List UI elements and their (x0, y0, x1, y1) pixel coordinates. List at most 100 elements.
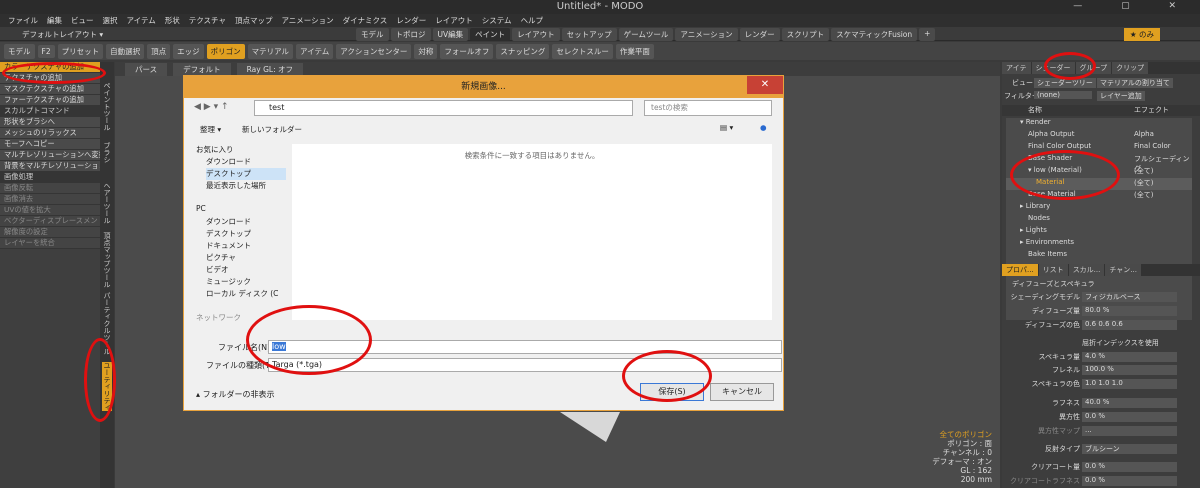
tree-final-color[interactable]: Final Color Output Final Color (1006, 142, 1192, 154)
copy-to-morph[interactable]: モーフへコピー (0, 139, 100, 150)
nav-music[interactable]: ミュージック (206, 276, 286, 288)
view-options-icon[interactable]: ▤ ▾ (720, 123, 733, 132)
prop-clearcoat-amount[interactable]: クリアコート量 0.0 % (1002, 462, 1200, 473)
menu-help[interactable]: ヘルプ (521, 15, 544, 26)
prop-shading-model[interactable]: シェーディングモデル フィジカルベース (1002, 292, 1200, 303)
window-controls[interactable]: — ▢ ✕ (1073, 1, 1194, 11)
nav-documents[interactable]: ドキュメント (206, 240, 286, 252)
tab-topology[interactable]: トポロジ (390, 28, 431, 41)
model-button[interactable]: モデル (4, 43, 35, 59)
edge-button[interactable]: エッジ (173, 43, 204, 59)
tab-clips[interactable]: クリップ (1112, 62, 1149, 74)
menu-vertex-map[interactable]: 頂点マップ (235, 15, 273, 26)
tab-render[interactable]: レンダー (739, 28, 780, 41)
assign-material-button[interactable]: マテリアルの割り当て (1097, 78, 1173, 88)
image-clear[interactable]: 画像消去 (0, 194, 100, 205)
symmetry-button[interactable]: 対称 (414, 43, 438, 59)
search-input[interactable]: testの検索 (644, 100, 772, 116)
view-perspective[interactable]: パース (125, 62, 168, 76)
work-plane-button[interactable]: 作業平面 (615, 43, 654, 59)
nav-favorites[interactable]: お気に入り (196, 144, 286, 156)
convert-multires[interactable]: マルチレゾリューションへ変換 (0, 150, 100, 161)
set-resolution[interactable]: 解像度の設定 (0, 227, 100, 238)
bg-to-multires[interactable]: 背景をマルチレゾリューションへ (0, 161, 100, 172)
prop-specular-amount[interactable]: スペキュラ量 4.0 % (1002, 352, 1200, 363)
prop-anisotropy-map[interactable]: 異方性マップ... (1002, 426, 1200, 437)
menu-animation[interactable]: アニメーション (281, 15, 333, 26)
view-default[interactable]: デフォルト (173, 62, 231, 76)
menu-system[interactable]: システム (482, 15, 512, 26)
menu-select[interactable]: 選択 (103, 15, 118, 26)
mesh-relax[interactable]: メッシュのリラックス (0, 128, 100, 139)
select-through-button[interactable]: セレクトスルー (552, 43, 613, 59)
image-flip[interactable]: 画像反転 (0, 183, 100, 194)
nav-local-disk[interactable]: ローカル ディスク (C (206, 288, 286, 300)
nav-pc[interactable]: PC (196, 204, 286, 216)
menu-texture[interactable]: テクスチャ (189, 15, 226, 26)
section-diffuse-specular[interactable]: ディフューズとスペキュラ (1002, 279, 1200, 290)
add-tab-button[interactable]: + (919, 28, 936, 41)
tab-paint[interactable]: ペイント (470, 28, 511, 41)
shape-to-brush[interactable]: 形状をブラシへ (0, 117, 100, 128)
tab-items[interactable]: アイテ (1002, 62, 1031, 74)
tab-sculpt[interactable]: スカル... (1068, 264, 1105, 276)
vtab-paint-tools[interactable]: ペイントツール (102, 82, 112, 131)
view-raygl[interactable]: Ray GL: オフ (236, 62, 303, 76)
vtab-brush[interactable]: ブラシ (102, 142, 112, 163)
nav-desktop[interactable]: デスクトップ (206, 168, 286, 180)
nav-videos[interactable]: ビデオ (206, 264, 286, 276)
prop-clearcoat-roughness[interactable]: クリアコートラフネス 0.0 % (1002, 476, 1200, 487)
menu-view[interactable]: ビュー (71, 15, 94, 26)
back-forward-icon[interactable]: ◀ ▶ ▾ ↑ (194, 102, 228, 112)
tab-model[interactable]: モデル (356, 28, 389, 41)
nav-pictures[interactable]: ピクチャ (206, 252, 286, 264)
tab-uv[interactable]: UV編集 (432, 28, 469, 41)
tree-alpha-output[interactable]: Alpha Output Alpha (1006, 130, 1192, 142)
add-mask-texture[interactable]: マスクテクスチャの追加 (0, 84, 100, 95)
tab-schematic[interactable]: スケマティックFusion (831, 28, 918, 41)
tree-nodes[interactable]: Nodes (1006, 214, 1192, 226)
tab-game-tools[interactable]: ゲームツール (618, 28, 674, 41)
nav-downloads[interactable]: ダウンロード (206, 156, 286, 168)
prop-reflection-type[interactable]: 反射タイプ ブルシーン (1002, 444, 1200, 455)
menu-dynamics[interactable]: ダイナミクス (343, 15, 388, 26)
uv-scale[interactable]: UVの値を拡大 (0, 205, 100, 216)
prop-fresnel[interactable]: フレネル 100.0 % (1002, 365, 1200, 376)
prop-specular-color[interactable]: スペキュラの色 1.0 1.0 1.0 (1002, 379, 1200, 390)
snapping-button[interactable]: スナッピング (496, 43, 550, 59)
filter-dropdown[interactable]: (none) (1034, 91, 1092, 99)
tab-setup[interactable]: セットアップ (561, 28, 617, 41)
vector-displacement[interactable]: ベクターディスプレースメント (0, 216, 100, 227)
add-fur-texture[interactable]: ファーテクスチャの追加 (0, 95, 100, 106)
file-list[interactable]: 検索条件に一致する項目はありません。 (292, 144, 772, 320)
prop-roughness[interactable]: ラフネス 40.0 % (1002, 398, 1200, 409)
item-button[interactable]: アイテム (296, 43, 334, 59)
action-center-button[interactable]: アクションセンター (336, 43, 412, 59)
menu-geometry[interactable]: 形状 (165, 15, 180, 26)
path-field[interactable]: test (254, 100, 633, 116)
tab-properties[interactable]: プロパ... (1002, 264, 1038, 276)
menu-file[interactable]: ファイル (8, 15, 38, 26)
image-processing-header[interactable]: 画像処理 (0, 172, 100, 183)
tab-list[interactable]: リスト (1038, 264, 1068, 276)
prop-anisotropy[interactable]: 異方性 0.0 % (1002, 412, 1200, 423)
vtab-hair-tools[interactable]: ヘアーツール (102, 182, 112, 224)
vertex-button[interactable]: 頂点 (147, 43, 171, 59)
prop-use-ior[interactable]: 屈折インデックスを使用 (1002, 338, 1200, 349)
tree-render[interactable]: ▾ Render (1006, 118, 1192, 130)
prop-diffuse-color[interactable]: ディフューズの色 0.6 0.6 0.6 (1002, 320, 1200, 331)
add-layer-button[interactable]: レイヤー追加 (1097, 91, 1145, 101)
new-folder-button[interactable]: 新しいフォルダー (242, 124, 302, 135)
menu-render[interactable]: レンダー (396, 15, 426, 26)
organize-button[interactable]: 整理 ▾ (200, 124, 221, 135)
tree-library[interactable]: ▸ Library (1006, 202, 1192, 214)
prop-diffuse-amount[interactable]: ディフューズ量 80.0 % (1002, 306, 1200, 317)
material-button[interactable]: マテリアル (247, 43, 294, 59)
nav-recent[interactable]: 最近表示した場所 (206, 180, 286, 192)
polygon-button[interactable]: ポリゴン (206, 43, 245, 59)
close-icon[interactable]: ✕ (747, 76, 783, 94)
tab-script[interactable]: スクリプト (781, 28, 830, 41)
menu-item[interactable]: アイテム (127, 15, 156, 26)
merge-layers[interactable]: レイヤーを統合 (0, 238, 100, 249)
layout-dropdown[interactable]: デフォルトレイアウト ▾ (22, 29, 103, 40)
